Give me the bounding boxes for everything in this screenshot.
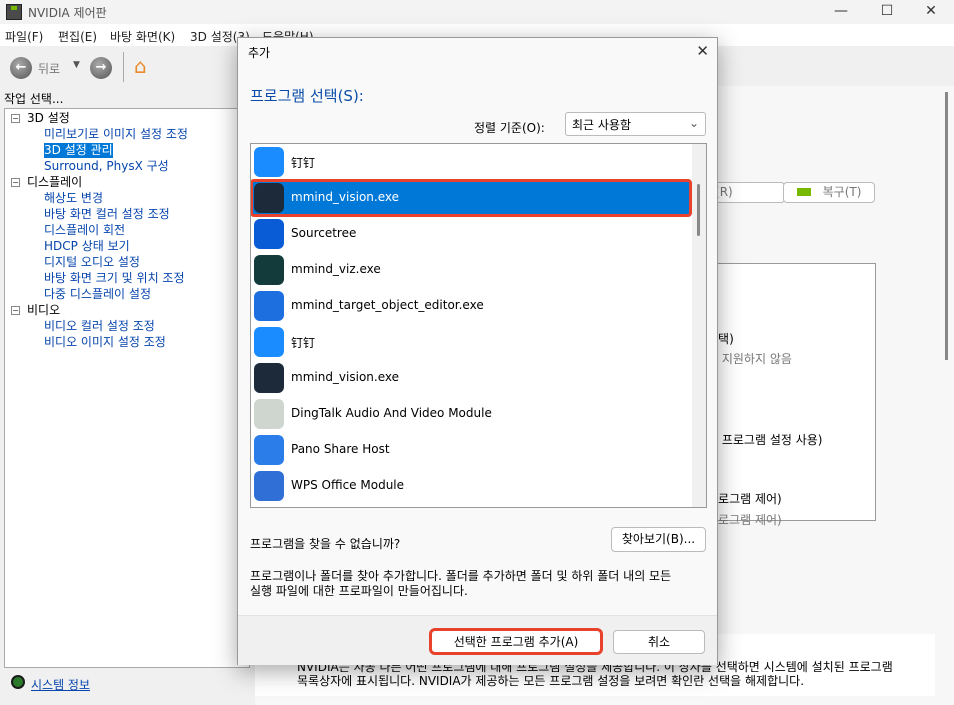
program-name: WPS Office Module: [291, 478, 405, 492]
program-name: DingTalk Audio And Video Module: [291, 406, 492, 420]
collapse-icon[interactable]: −: [11, 114, 20, 123]
add-selected-program-button[interactable]: 선택한 프로그램 추가(A): [429, 628, 603, 655]
not-found-label: 프로그램을 찾을 수 없습니까?: [250, 537, 401, 551]
restore-button[interactable]: 복구(T): [783, 182, 875, 203]
program-list-item[interactable]: mmind_vision.exe: [251, 179, 692, 217]
task-tree: [4, 108, 250, 668]
tree-item[interactable]: 디스플레이 회전: [44, 223, 125, 238]
tree-item[interactable]: 디지털 오디오 설정: [44, 255, 140, 270]
program-list-item[interactable]: mmind_vision.exe: [251, 360, 691, 396]
setting-value: 프로그램 제어): [707, 513, 782, 527]
collapse-icon[interactable]: −: [11, 178, 20, 187]
task-header: 작업 선택...: [4, 92, 64, 106]
program-list-item[interactable]: 钉钉: [251, 324, 691, 360]
minimize-button[interactable]: —: [818, 0, 864, 24]
restore-label: 복구(T): [822, 185, 862, 199]
select-program-heading: 프로그램 선택(S):: [250, 87, 364, 105]
system-info-link[interactable]: 시스템 정보: [31, 676, 90, 693]
tree-item[interactable]: 미리보기로 이미지 설정 조정: [44, 127, 188, 142]
dialog-description: 프로그램이나 폴더를 찾아 추가합니다. 폴더를 추가하면 폴더 및 하위 폴더…: [250, 569, 710, 599]
nvidia-app-icon: [6, 4, 22, 20]
program-name: 钉钉: [291, 156, 316, 170]
tree-item[interactable]: 해상도 변경: [44, 191, 103, 206]
dingtalk-icon: [254, 327, 284, 357]
program-name: Sourcetree: [291, 226, 357, 240]
add-program-dialog: 추가 ✕ 프로그램 선택(S): 정렬 기준(O): 최근 사용함 ⌄ 钉钉 mmi…: [237, 37, 718, 665]
system-info-icon: [11, 675, 25, 689]
program-list-item[interactable]: 钉钉: [251, 144, 691, 180]
tree-category[interactable]: 3D 설정: [27, 111, 70, 126]
forward-arrow-icon[interactable]: →: [90, 57, 112, 79]
sort-select[interactable]: 최근 사용함 ⌄: [565, 112, 706, 136]
setting-value: 해 지원하지 않음: [707, 352, 792, 366]
target-editor-icon: [254, 291, 284, 321]
close-button[interactable]: ✕: [908, 0, 954, 24]
setting-value: 용 프로그램 설정 사용): [707, 433, 823, 447]
mmind-viz-icon: [254, 255, 284, 285]
tree-item[interactable]: 비디오 컬러 설정 조정: [44, 319, 155, 334]
program-list-item[interactable]: DingTalk Audio And Video Module: [251, 396, 691, 432]
window-title: NVIDIA 제어판: [28, 6, 107, 20]
tree-item[interactable]: 바탕 화면 크기 및 위치 조정: [44, 271, 185, 286]
menu-file[interactable]: 파일(F): [5, 28, 43, 45]
dialog-close-icon[interactable]: ✕: [696, 42, 709, 60]
home-icon[interactable]: ⌂: [134, 54, 147, 78]
nvidia-logo-icon: [796, 188, 811, 196]
program-name: 钉钉: [291, 336, 316, 350]
setting-value: 프로그램 제어): [707, 492, 782, 506]
tree-category[interactable]: 디스플레이: [27, 175, 82, 190]
program-list-item[interactable]: Sourcetree: [251, 216, 691, 252]
program-name: mmind_target_object_editor.exe: [291, 298, 484, 312]
tree-item[interactable]: 3D 설정 관리: [44, 143, 113, 158]
chevron-down-icon: ⌄: [688, 116, 699, 130]
program-list-item[interactable]: WPS Office Module: [251, 468, 691, 504]
description-line: 프로그램이나 폴더를 찾아 추가합니다. 폴더를 추가하면 폴더 및 하위 폴더…: [250, 569, 672, 583]
maximize-button[interactable]: ☐: [864, 0, 910, 24]
tree-item[interactable]: HDCP 상태 보기: [44, 239, 130, 254]
tree-item[interactable]: Surround, PhysX 구성: [44, 159, 169, 174]
description-line: 목록상자에 표시됩니다. NVIDIA가 제공하는 모든 프로그램 설정을 보려…: [297, 674, 805, 688]
browse-button[interactable]: 찾아보기(B)...: [611, 527, 706, 552]
program-list: 钉钉 mmind_vision.exe Sourcetree mmind_viz.ex…: [250, 143, 707, 508]
sourcetree-icon: [254, 219, 284, 249]
collapse-icon[interactable]: −: [11, 306, 20, 315]
program-name: mmind_vision.exe: [291, 190, 400, 204]
tree-item[interactable]: 비디오 이미지 설정 조정: [44, 335, 166, 350]
program-name: Pano Share Host: [291, 442, 390, 456]
menu-desktop[interactable]: 바탕 화면(K): [110, 28, 175, 45]
list-scrollbar-thumb[interactable]: [697, 184, 700, 236]
tree-item[interactable]: 다중 디스플레이 설정: [44, 287, 151, 302]
dingtalk-icon: [254, 147, 284, 177]
back-dropdown-icon[interactable]: ▼: [73, 60, 80, 70]
program-list-item[interactable]: mmind_target_object_editor.exe: [251, 288, 691, 324]
sort-value: 최근 사용함: [572, 118, 632, 132]
back-button-label[interactable]: 뒤로: [38, 60, 60, 77]
dialog-title: 추가: [248, 46, 271, 60]
window-icon: [254, 399, 284, 429]
mmind-vision-icon: [254, 363, 284, 393]
program-list-item[interactable]: mmind_viz.exe: [251, 252, 691, 288]
cancel-button[interactable]: 취소: [613, 630, 705, 654]
description-line: 실행 파일에 대한 프로파일이 만들어집니다.: [250, 584, 468, 598]
menu-edit[interactable]: 편집(E): [58, 28, 97, 45]
pano-share-icon: [254, 435, 284, 465]
dialog-footer: 선택한 프로그램 추가(A) 취소: [238, 615, 717, 665]
sort-label: 정렬 기준(O):: [474, 121, 545, 135]
panel-scrollbar[interactable]: [945, 92, 948, 360]
tree-item[interactable]: 바탕 화면 컬러 설정 조정: [44, 207, 170, 222]
tree-category[interactable]: 비디오: [27, 303, 60, 318]
program-list-item[interactable]: Pano Share Host: [251, 432, 691, 468]
tools-icon: [254, 471, 284, 501]
back-arrow-icon[interactable]: ←: [10, 57, 32, 79]
mmind-vision-icon: [254, 183, 284, 213]
title-bar: NVIDIA 제어판 — ☐ ✕: [0, 0, 954, 24]
toolbar-divider: [123, 52, 124, 82]
program-name: mmind_viz.exe: [291, 262, 381, 276]
program-name: mmind_vision.exe: [291, 370, 400, 384]
